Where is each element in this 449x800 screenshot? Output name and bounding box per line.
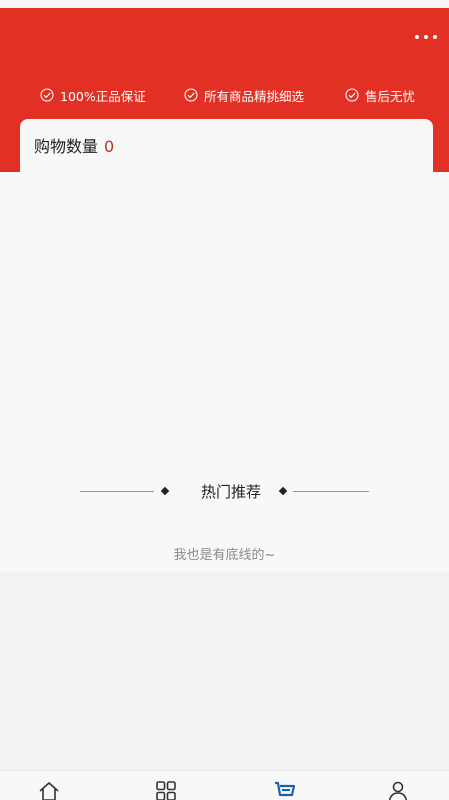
tab-profile[interactable] [386, 779, 410, 800]
hot-recommend-divider: 热门推荐 [80, 481, 370, 503]
guarantee-item: 售后无忧 [345, 82, 415, 108]
check-circle-icon [184, 88, 198, 102]
tab-category[interactable] [154, 779, 178, 800]
guarantee-item: 所有商品精挑细选 [184, 82, 304, 108]
diamond-icon [278, 486, 288, 496]
end-of-list-note: 我也是有底线的~ [173, 548, 276, 563]
hot-recommend-title: 热门推荐 [200, 483, 261, 501]
check-circle-icon [40, 88, 54, 102]
cart-count-label: 购物数量 [34, 137, 99, 156]
diamond-icon [160, 486, 170, 496]
cart-icon [275, 781, 296, 797]
status-strip [0, 0, 449, 8]
bottom-tab-bar [0, 770, 449, 800]
more-dots-icon[interactable] [415, 32, 437, 42]
check-circle-icon [345, 88, 359, 102]
home-icon [39, 782, 59, 800]
divider-line [80, 491, 154, 492]
tab-cart[interactable] [273, 779, 297, 800]
cart-count-value: 0 [104, 137, 115, 156]
guarantee-bar: 100%正品保证 所有商品精挑细选 售后无忧 [0, 82, 449, 108]
guarantee-label: 所有商品精挑细选 [204, 88, 305, 104]
divider-line [293, 491, 369, 492]
guarantee-label: 100%正品保证 [60, 88, 146, 104]
guarantee-label: 售后无忧 [365, 88, 416, 104]
category-grid-icon [156, 781, 176, 800]
tab-home[interactable] [37, 779, 61, 800]
user-icon [388, 781, 408, 800]
cart-count: 购物数量 0 [34, 133, 114, 157]
guarantee-item: 100%正品保证 [40, 82, 146, 108]
cart-summary-card: 购物数量 0 [20, 119, 433, 239]
